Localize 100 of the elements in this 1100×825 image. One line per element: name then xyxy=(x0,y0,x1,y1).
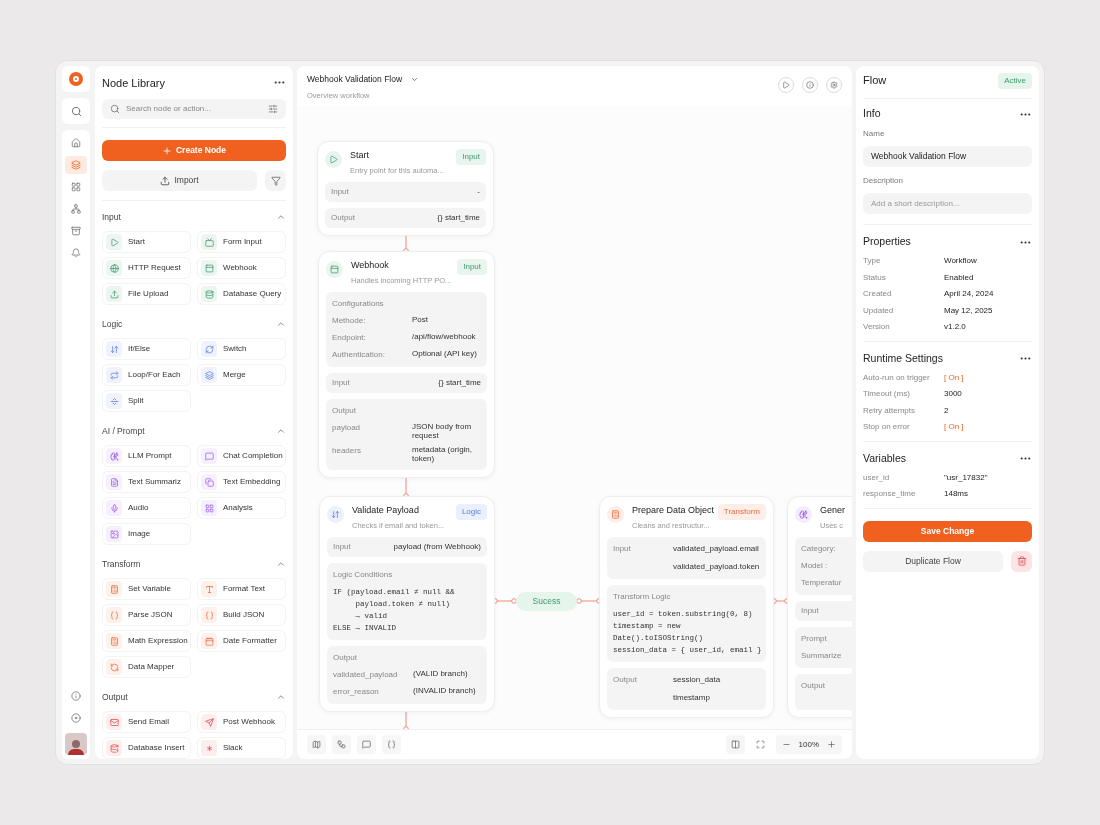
flow-title: Webhook Validation Flow xyxy=(307,73,403,86)
library-item[interactable]: Set Variable xyxy=(102,578,191,600)
logo-icon[interactable] xyxy=(62,66,90,92)
tv-icon xyxy=(204,237,214,247)
node-title: Webhook xyxy=(351,259,390,272)
chat-icon[interactable] xyxy=(357,735,376,754)
node-badge: Logic xyxy=(455,504,487,520)
node-card[interactable] xyxy=(319,496,495,712)
library-item[interactable]: Send Email xyxy=(102,711,191,733)
field-label: Input xyxy=(333,540,351,553)
collapse-icon[interactable] xyxy=(276,692,286,702)
refresh-icon xyxy=(109,662,119,672)
collapse-icon[interactable] xyxy=(276,319,286,329)
library-item[interactable]: Date Formatter xyxy=(197,630,286,652)
node-card[interactable] xyxy=(318,251,495,478)
field-value: metadata (origin, token) xyxy=(412,445,474,464)
group-heading: Output xyxy=(332,404,357,417)
library-item[interactable]: Switch xyxy=(197,338,286,360)
workflow-icon[interactable] xyxy=(332,735,351,754)
node-badge: Input xyxy=(457,259,487,275)
library-item[interactable]: Image xyxy=(102,523,191,545)
field-value: JSON body from request xyxy=(412,421,473,441)
property-label: Stop on error xyxy=(863,421,911,434)
database-icon xyxy=(204,289,214,299)
library-item[interactable]: Math Expression xyxy=(102,630,191,652)
group-heading: Output xyxy=(333,651,358,664)
braces-icon[interactable] xyxy=(382,735,401,754)
field-label: Category: xyxy=(801,542,837,555)
upload-icon xyxy=(109,289,119,299)
panel-title: Node Library xyxy=(102,75,165,91)
library-item[interactable]: Analysis xyxy=(197,497,286,519)
branch-label: Sucess xyxy=(516,592,577,611)
collapse-icon[interactable] xyxy=(276,559,286,569)
node-card[interactable] xyxy=(599,496,774,718)
map-icon[interactable] xyxy=(307,735,326,754)
plus-icon[interactable] xyxy=(827,740,836,749)
avatar[interactable] xyxy=(65,733,87,755)
upload-icon xyxy=(160,175,171,186)
node-title: Gener xyxy=(820,504,846,517)
section-heading: Info xyxy=(863,106,881,122)
arrows-icon xyxy=(327,506,344,523)
library-item[interactable]: Split xyxy=(102,390,191,412)
library-item[interactable]: Merge xyxy=(197,364,286,386)
send-icon xyxy=(204,717,214,727)
field-label: Output xyxy=(613,673,638,686)
layers-icon[interactable] xyxy=(65,156,87,174)
import-button[interactable]: Import xyxy=(102,170,257,191)
field-label: Input xyxy=(801,604,819,617)
grid-icon xyxy=(204,503,214,513)
library-item[interactable]: If/Else xyxy=(102,338,191,360)
columns-icon[interactable] xyxy=(725,735,745,754)
library-item[interactable]: Database Insert xyxy=(102,737,191,759)
library-item[interactable]: Slack xyxy=(197,737,286,759)
duplicate-button[interactable]: Duplicate Flow xyxy=(863,550,1003,572)
library-item[interactable]: Build JSON xyxy=(197,604,286,626)
property-label: Retry attempts xyxy=(863,404,916,417)
library-item[interactable]: HTTP Request xyxy=(102,257,191,279)
property-value: [ On ] xyxy=(944,421,964,434)
library-item[interactable]: Post Webhook xyxy=(197,711,286,733)
library-item[interactable]: Format Text xyxy=(197,578,286,600)
calculator-icon xyxy=(109,636,119,646)
disc-icon[interactable] xyxy=(71,713,81,723)
description-field[interactable]: Add a short description... xyxy=(863,193,1032,214)
library-item[interactable]: Chat Completion xyxy=(197,445,286,467)
search-input[interactable]: Search node or action... xyxy=(126,103,262,115)
library-item[interactable]: LLM Prompt xyxy=(102,445,191,467)
field-value: Optional (API key) xyxy=(412,348,477,360)
library-item[interactable]: Start xyxy=(102,231,191,253)
library-item[interactable]: Form Input xyxy=(197,231,286,253)
sliders-icon[interactable] xyxy=(268,104,278,114)
library-item[interactable]: Parse JSON xyxy=(102,604,191,626)
library-item[interactable]: Database Query xyxy=(197,283,286,305)
collapse-icon[interactable] xyxy=(276,426,286,436)
field-label: Summarize xyxy=(801,649,843,662)
node-badge: Input xyxy=(456,149,486,165)
field-label: Endpoint: xyxy=(332,331,367,344)
asterisk-icon xyxy=(204,743,214,753)
section-heading: Output xyxy=(102,690,128,704)
library-item[interactable]: Text Summariz xyxy=(102,471,191,493)
field-value: timestamp xyxy=(673,691,711,704)
library-item[interactable]: Data Mapper xyxy=(102,656,191,678)
calendar-icon xyxy=(204,636,214,646)
connector xyxy=(492,598,517,604)
library-item[interactable]: Text Embedding xyxy=(197,471,286,493)
name-field[interactable]: Webhook Validation Flow xyxy=(863,146,1032,167)
property-label: Auto-run on trigger xyxy=(863,371,931,384)
braces-icon xyxy=(204,610,214,620)
collapse-icon[interactable] xyxy=(276,212,286,222)
trash-icon[interactable] xyxy=(1011,550,1032,572)
search-field[interactable]: Search node or action... xyxy=(102,98,286,120)
search-icon[interactable] xyxy=(62,98,90,124)
property-value: 148ms xyxy=(944,488,968,501)
library-item[interactable]: File Upload xyxy=(102,283,191,305)
filter-icon[interactable] xyxy=(265,170,286,191)
library-item[interactable]: Audio xyxy=(102,497,191,519)
library-item[interactable]: Loop/For Each xyxy=(102,364,191,386)
calculator-icon xyxy=(607,506,624,523)
info-icon[interactable] xyxy=(71,691,81,701)
library-item[interactable]: Webhook xyxy=(197,257,286,279)
field-value: session_data xyxy=(673,673,721,686)
